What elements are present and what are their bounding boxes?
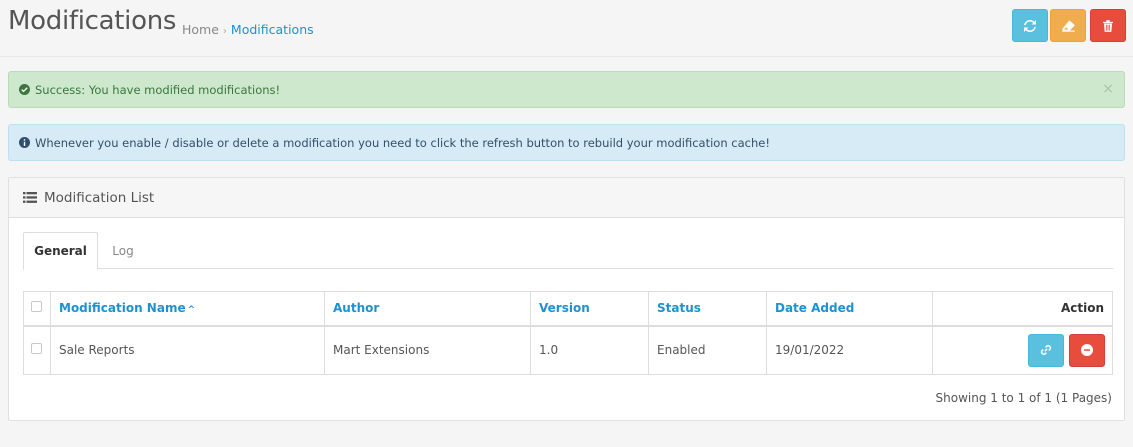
close-icon[interactable]: × <box>1102 81 1114 97</box>
column-version[interactable]: Version <box>530 291 649 327</box>
link-icon <box>1041 345 1052 356</box>
column-author[interactable]: Author <box>324 291 531 327</box>
panel-heading: Modification List <box>9 178 1124 218</box>
eraser-icon <box>1061 19 1075 32</box>
modification-list-panel: Modification List General Log Modificati… <box>8 177 1125 421</box>
cell-version: 1.0 <box>530 325 649 375</box>
info-alert: Whenever you enable / disable or delete … <box>8 124 1125 161</box>
info-circle-icon <box>19 137 30 148</box>
column-action: Action <box>932 291 1113 327</box>
table-header-row: Modification Name ^ Author Version Status… <box>23 291 1113 327</box>
cell-author: Mart Extensions <box>324 325 531 375</box>
cell-date-added: 19/01/2022 <box>766 325 933 375</box>
row-select-cell <box>23 325 51 375</box>
link-button[interactable] <box>1028 333 1065 367</box>
tabs: General Log <box>23 232 1113 270</box>
cell-status: Enabled <box>648 325 767 375</box>
tab-log[interactable]: Log <box>103 232 143 269</box>
refresh-button[interactable] <box>1012 9 1048 42</box>
table-row: Sale Reports Mart Extensions 1.0 Enabled… <box>23 325 1113 375</box>
modifications-table: Modification Name ^ Author Version Status… <box>23 291 1113 375</box>
tab-general[interactable]: General <box>23 232 98 270</box>
pagination-text: Showing 1 to 1 of 1 (1 Pages) <box>935 391 1112 405</box>
page-title: Modifications <box>8 6 177 36</box>
breadcrumb: Home › Modifications <box>182 22 314 37</box>
clear-button[interactable] <box>1050 9 1086 42</box>
list-icon <box>23 192 37 203</box>
trash-icon <box>1103 19 1113 32</box>
info-alert-text: Whenever you enable / disable or delete … <box>35 135 770 150</box>
breadcrumb-home[interactable]: Home <box>182 22 219 37</box>
cell-name: Sale Reports <box>50 325 325 375</box>
sort-asc-icon: ^ <box>187 305 196 316</box>
page-header: Modifications Home › Modifications <box>0 0 1133 57</box>
column-modification-name[interactable]: Modification Name ^ <box>50 291 325 327</box>
success-alert: Success: You have modified modifications… <box>8 71 1125 108</box>
minus-circle-icon <box>1081 344 1093 357</box>
success-alert-text: Success: You have modified modifications… <box>35 82 281 97</box>
column-date-added[interactable]: Date Added <box>766 291 933 327</box>
panel-title: Modification List <box>44 189 155 206</box>
breadcrumb-separator-icon: › <box>222 26 227 37</box>
row-checkbox[interactable] <box>31 343 42 355</box>
uninstall-button[interactable] <box>1069 333 1105 367</box>
refresh-icon <box>1024 19 1036 32</box>
breadcrumb-modifications[interactable]: Modifications <box>231 22 314 37</box>
column-status[interactable]: Status <box>648 291 767 327</box>
delete-button[interactable] <box>1090 9 1126 42</box>
cell-action <box>932 325 1113 375</box>
select-all-checkbox[interactable] <box>31 301 42 313</box>
select-all-cell <box>23 291 51 327</box>
check-circle-icon <box>19 84 30 95</box>
